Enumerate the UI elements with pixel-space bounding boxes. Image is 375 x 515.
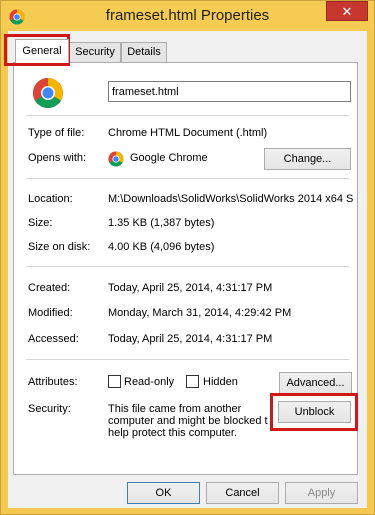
size-value: 1.35 KB (1,387 bytes) [108,217,215,229]
attributes-label: Attributes: [28,376,78,388]
cancel-button[interactable]: Cancel [206,482,279,504]
size-on-disk-label: Size on disk: [28,241,91,253]
file-name-input[interactable] [108,81,351,102]
chrome-icon [32,78,64,109]
read-only-checkbox[interactable] [108,375,121,388]
size-label: Size: [28,217,53,229]
change-button[interactable]: Change... [264,148,351,170]
dialog-client: General Security Details Type of file: C… [8,31,367,508]
security-label: Security: [28,403,71,415]
unblock-highlight [270,393,358,431]
close-button[interactable]: ✕ [326,1,368,21]
opens-with-value: Google Chrome [130,152,208,164]
accessed-label: Accessed: [28,333,79,345]
properties-window: frameset.html Properties ✕ General Secur… [0,0,375,515]
size-on-disk-value: 4.00 KB (4,096 bytes) [108,241,215,253]
divider [26,359,349,360]
hidden-checkbox[interactable] [186,375,199,388]
tab-general[interactable]: General [15,39,69,63]
modified-value: Monday, March 31, 2014, 4:29:42 PM [108,307,292,319]
general-panel: Type of file: Chrome HTML Document (.htm… [13,62,358,475]
modified-label: Modified: [28,307,73,319]
ok-button[interactable]: OK [127,482,200,504]
security-message-line1: This file came from another [108,403,242,415]
location-label: Location: [28,193,73,205]
advanced-button[interactable]: Advanced... [279,372,352,394]
location-value: M:\Downloads\SolidWorks\SolidWorks 2014 … [108,193,353,205]
divider [26,178,349,179]
accessed-value: Today, April 25, 2014, 4:31:17 PM [108,333,273,345]
type-of-file-value: Chrome HTML Document (.html) [108,127,268,139]
security-message-line2: computer and might be blocked to [108,415,268,427]
security-message-line3: help protect this computer. [108,427,238,439]
divider [26,266,349,267]
tab-details[interactable]: Details [121,42,167,62]
chrome-icon [108,151,124,167]
created-value: Today, April 25, 2014, 4:31:17 PM [108,282,273,294]
opens-with-label: Opens with: [28,152,87,164]
hidden-label: Hidden [203,376,238,388]
tab-strip: General Security Details [13,39,353,63]
divider [26,115,349,116]
window-title: frameset.html Properties [105,7,270,24]
created-label: Created: [28,282,71,294]
type-of-file-label: Type of file: [28,127,85,139]
apply-button[interactable]: Apply [285,482,358,504]
tab-security[interactable]: Security [69,42,121,62]
title-bar[interactable]: frameset.html Properties ✕ [1,1,374,31]
read-only-label: Read-only [124,376,175,388]
